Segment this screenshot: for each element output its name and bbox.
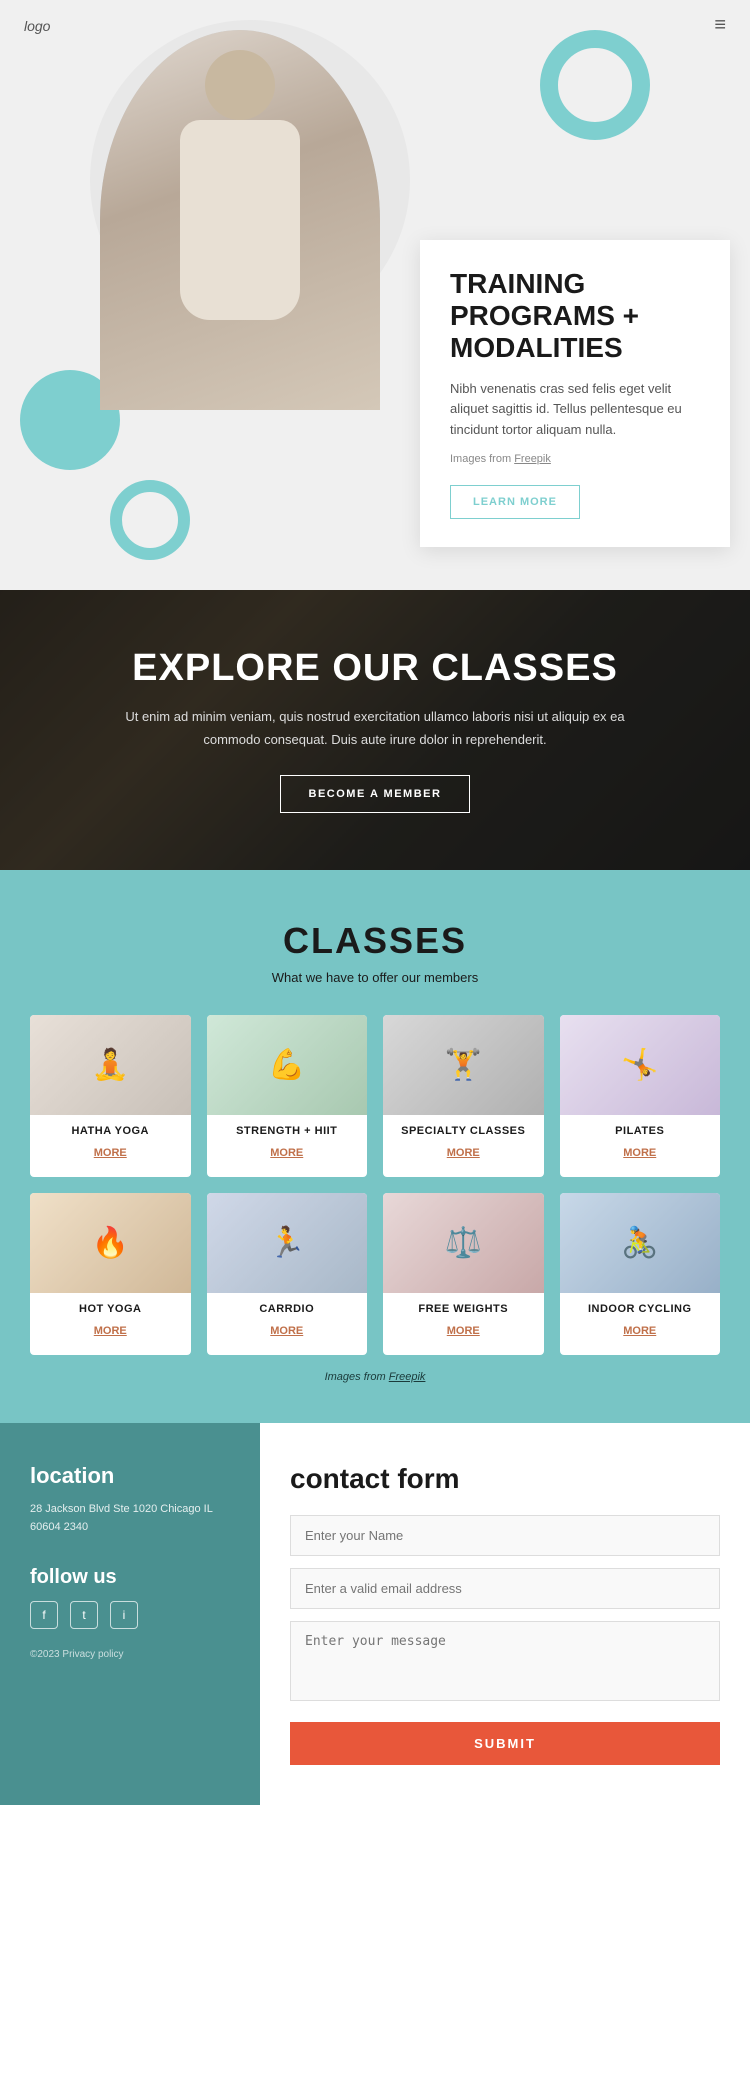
class-name-3: PILATES [560,1125,721,1137]
hero-circle-teal-ring-bottom [110,480,190,560]
class-more-link-4[interactable]: MORE [94,1325,127,1337]
footer: location 28 Jackson Blvd Ste 1020 Chicag… [0,1423,750,1805]
class-image-6 [383,1193,544,1293]
class-card-strength-+-hiit: STRENGTH + HIIT MORE [207,1015,368,1177]
follow-title: follow us [30,1566,230,1589]
class-card-specialty-classes: SPECIALTY CLASSES MORE [383,1015,544,1177]
class-image-4 [30,1193,191,1293]
explore-section: EXPLORE OUR CLASSES Ut enim ad minim ven… [0,590,750,870]
class-image-1 [207,1015,368,1115]
header: logo ≡ [0,0,750,51]
hero-freepik-note: Images from Freepik [450,451,700,469]
location-title: location [30,1463,230,1489]
classes-subtitle: What we have to offer our members [30,970,720,985]
class-image-5 [207,1193,368,1293]
footer-location: location 28 Jackson Blvd Ste 1020 Chicag… [0,1423,260,1805]
learn-more-button[interactable]: LEARN MORE [450,485,580,519]
become-member-button[interactable]: BECOME A MEMBER [280,775,471,813]
class-more-link-6[interactable]: MORE [447,1325,480,1337]
explore-description: Ut enim ad minim veniam, quis nostrud ex… [125,706,625,750]
class-name-2: SPECIALTY CLASSES [383,1125,544,1137]
class-card-free-weights: FREE WEIGHTS MORE [383,1193,544,1355]
social-icons: fti [30,1601,230,1629]
class-image-2 [383,1015,544,1115]
name-input[interactable] [290,1515,720,1556]
social-icon-t[interactable]: t [70,1601,98,1629]
class-more-link-7[interactable]: MORE [623,1325,656,1337]
hero-title: TRAINING PROGRAMS + MODALITIES [450,268,700,365]
explore-title: EXPLORE OUR CLASSES [132,647,618,690]
email-input[interactable] [290,1568,720,1609]
class-card-hatha-yoga: HATHA YOGA MORE [30,1015,191,1177]
class-more-link-2[interactable]: MORE [447,1147,480,1159]
classes-grid: HATHA YOGA MORE STRENGTH + HIIT MORE SPE… [30,1015,720,1355]
privacy-policy: ©2023 Privacy policy [30,1649,230,1660]
class-more-link-1[interactable]: MORE [270,1147,303,1159]
classes-title: CLASSES [30,920,720,962]
class-name-4: HOT YOGA [30,1303,191,1315]
hero-section: TRAINING PROGRAMS + MODALITIES Nibh vene… [0,0,750,590]
class-more-link-5[interactable]: MORE [270,1325,303,1337]
class-card-hot-yoga: HOT YOGA MORE [30,1193,191,1355]
hero-card: TRAINING PROGRAMS + MODALITIES Nibh vene… [420,240,730,547]
class-name-0: HATHA YOGA [30,1125,191,1137]
class-image-3 [560,1015,721,1115]
submit-button[interactable]: SUBMIT [290,1722,720,1765]
social-icon-i[interactable]: i [110,1601,138,1629]
hero-woman-figure [100,30,380,410]
class-card-indoor-cycling: INDOOR CYCLING MORE [560,1193,721,1355]
social-icon-f[interactable]: f [30,1601,58,1629]
class-name-1: STRENGTH + HIIT [207,1125,368,1137]
hero-woman-image [100,30,380,410]
contact-title: contact form [290,1463,720,1495]
contact-form: contact form SUBMIT [260,1423,750,1805]
classes-section: CLASSES What we have to offer our member… [0,870,750,1423]
classes-freepik-link[interactable]: Freepik [389,1371,426,1383]
class-image-7 [560,1193,721,1293]
footer-address: 28 Jackson Blvd Ste 1020 Chicago IL 6060… [30,1501,230,1536]
hamburger-menu-icon[interactable]: ≡ [714,14,726,37]
logo: logo [24,18,50,34]
classes-freepik-credit: Images from Freepik [30,1371,720,1383]
class-name-6: FREE WEIGHTS [383,1303,544,1315]
class-card-carrdio: CARRDIO MORE [207,1193,368,1355]
freepik-link[interactable]: Freepik [514,453,551,465]
class-name-7: INDOOR CYCLING [560,1303,721,1315]
class-image-0 [30,1015,191,1115]
class-more-link-3[interactable]: MORE [623,1147,656,1159]
class-more-link-0[interactable]: MORE [94,1147,127,1159]
message-textarea[interactable] [290,1621,720,1701]
class-card-pilates: PILATES MORE [560,1015,721,1177]
class-name-5: CARRDIO [207,1303,368,1315]
hero-description: Nibh venenatis cras sed felis eget velit… [450,379,700,441]
